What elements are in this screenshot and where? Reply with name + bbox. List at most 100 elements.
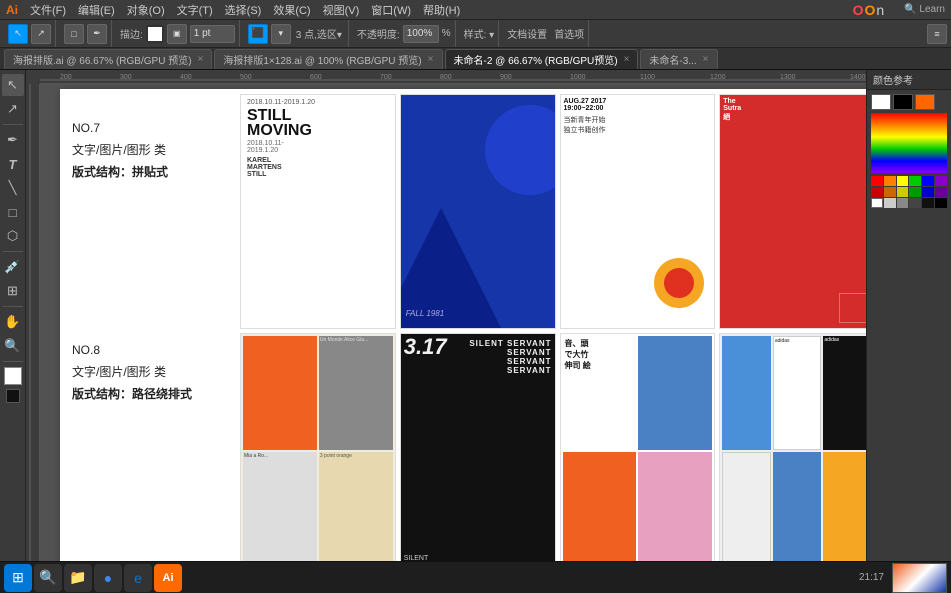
color-orange-swatch[interactable] — [915, 94, 935, 110]
swatch-light-gray[interactable] — [884, 198, 896, 208]
align-options-btn[interactable]: ▾ — [271, 24, 291, 44]
canvas-scroll-area[interactable]: NO.7 文字/图片/图形 类 版式结构：拼贴式 NO.8 文字/图片/图形 类… — [40, 84, 866, 571]
pen-tool[interactable]: ✒ — [2, 129, 24, 151]
menu-item-view[interactable]: 视图(V) — [323, 2, 360, 18]
svg-text:1100: 1100 — [640, 74, 655, 81]
shape-tool-btn[interactable]: □ — [64, 24, 84, 44]
paint-bucket[interactable]: ⬡ — [2, 225, 24, 247]
swatch-white[interactable] — [871, 198, 883, 208]
color-preview-section — [867, 90, 951, 212]
swatch-orange[interactable] — [884, 176, 896, 186]
svg-text:1400: 1400 — [850, 74, 866, 81]
section8-number: NO.8 — [72, 341, 223, 359]
ja-text-cell: 音、頭で大竹伸司 絵 — [563, 336, 637, 450]
svg-text:400: 400 — [180, 74, 192, 81]
menu-item-type[interactable]: 文字(T) — [177, 2, 213, 18]
swatch-yellow[interactable] — [897, 176, 909, 186]
tab-0[interactable]: 海报排版.ai @ 66.67% (RGB/GPU 预览) × — [4, 49, 212, 69]
swatch-black[interactable] — [935, 198, 947, 208]
tab-1-close[interactable]: × — [428, 54, 434, 65]
tool-group-opacity: 不透明度: % — [353, 20, 456, 47]
menu-item-file[interactable]: 文件(F) — [30, 2, 66, 18]
swatch-red[interactable] — [871, 176, 883, 186]
tabs-bar: 海报排版.ai @ 66.67% (RGB/GPU 预览) × 海报排版1×12… — [0, 48, 951, 70]
swatch-dark-yellow[interactable] — [897, 187, 909, 197]
swatch-dark-blue[interactable] — [922, 187, 934, 197]
swatch-dark-orange[interactable] — [884, 187, 896, 197]
align-left-btn[interactable]: ⬛ — [248, 24, 268, 44]
poster-aug: AUG.27 201719:00~22:00 当新青年开始独立书籍创作 — [560, 94, 716, 329]
section7-container: NO.7 文字/图片/图形 类 版式结构：拼贴式 — [72, 119, 223, 181]
tool-group-select: ↖ ↗ — [4, 20, 56, 47]
pen-tool-btn[interactable]: ✒ — [87, 24, 107, 44]
menu-item-object[interactable]: 对象(O) — [127, 2, 165, 18]
direct-selection-tool[interactable]: ↗ — [2, 98, 24, 120]
logo-display: O O n — [853, 2, 885, 18]
tab-1[interactable]: 海报排版1×128.ai @ 100% (RGB/GPU 预览) × — [214, 49, 442, 69]
tab-0-close[interactable]: × — [198, 54, 204, 65]
color-white-swatch[interactable] — [871, 94, 891, 110]
type-tool[interactable]: T — [2, 153, 24, 175]
blend-tool[interactable]: ⊞ — [2, 280, 24, 302]
posters-upper-row: 2018.10.11-2019.1.20 STILLMOVING 2018.10… — [240, 94, 866, 329]
tab-1-label: 海报排版1×128.ai @ 100% (RGB/GPU 预览) — [223, 52, 421, 67]
line-tool[interactable]: ╲ — [2, 177, 24, 199]
tab-2[interactable]: 未命名-2 @ 66.67% (RGB/GPU预览) × — [445, 49, 639, 69]
logo-o1: O — [853, 2, 864, 18]
illustrator-btn[interactable]: Ai — [154, 564, 182, 592]
prefs-btn[interactable]: 首选项 — [554, 26, 584, 41]
selection-tool[interactable]: ↖ — [2, 74, 24, 96]
explorer-btn[interactable]: 📁 — [64, 564, 92, 592]
color-black-swatch[interactable] — [893, 94, 913, 110]
stroke-color-swatch[interactable] — [6, 389, 20, 403]
poster-chinese-red: TheSutra絕 — [719, 94, 866, 329]
menu-item-select[interactable]: 选择(S) — [225, 2, 262, 18]
search-area[interactable]: 🔍 Learn — [904, 4, 945, 15]
tab-3[interactable]: 未命名-3... × — [640, 49, 717, 69]
swatch-blue[interactable] — [922, 176, 934, 186]
swatch-dark-green[interactable] — [909, 187, 921, 197]
edge-btn[interactable]: e — [124, 564, 152, 592]
menu-item-effect[interactable]: 效果(C) — [273, 2, 310, 18]
posters-middle-row: Un Monde Alice Gla... Mia a Ro... 3 poin… — [240, 333, 866, 568]
rect-tool[interactable]: □ — [2, 201, 24, 223]
cb-dark: adidas — [823, 336, 866, 450]
stroke-color-btn[interactable] — [146, 25, 164, 43]
cb-light — [722, 452, 771, 566]
swatch-near-black[interactable] — [922, 198, 934, 208]
eyedropper-tool[interactable]: 💉 — [2, 256, 24, 278]
swatch-green[interactable] — [909, 176, 921, 186]
stroke-weight-input[interactable] — [190, 25, 235, 43]
search-btn[interactable]: 🔍 — [34, 564, 62, 592]
poster-blue-shapes: FALL 1981 — [400, 94, 556, 329]
start-btn[interactable]: ⊞ — [4, 564, 32, 592]
menu-item-help[interactable]: 帮助(H) — [423, 2, 460, 18]
doc-setup-btn[interactable]: 文档设置 — [507, 26, 547, 41]
direct-select-btn[interactable]: ↗ — [31, 24, 51, 44]
section8-type: 文字/图片/图形 类 — [72, 363, 223, 381]
fill-color-swatch[interactable] — [4, 367, 22, 385]
tab-2-close[interactable]: × — [624, 54, 630, 65]
canvas-area: 200 300 400 500 600 700 800 900 1000 110… — [26, 70, 866, 571]
swatch-dark-red[interactable] — [871, 187, 883, 197]
menu-item-window[interactable]: 窗口(W) — [371, 2, 411, 18]
collage-cell-4: 3 point orange — [319, 452, 393, 566]
stroke-none-btn[interactable]: ▣ — [167, 24, 187, 44]
swatch-purple[interactable] — [935, 176, 947, 186]
silent-servant-text: SILENT SERVANTSERVANTSERVANTSERVANT — [469, 339, 551, 375]
swatch-dark-purple[interactable] — [935, 187, 947, 197]
zoom-tool[interactable]: 🔍 — [2, 335, 24, 357]
ja-blue-cell — [638, 336, 712, 450]
tab-3-close[interactable]: × — [703, 54, 709, 65]
swatch-dark-gray[interactable] — [909, 198, 921, 208]
color-swatch-grid — [871, 176, 947, 208]
select-tool-btn[interactable]: ↖ — [8, 24, 28, 44]
hand-tool[interactable]: ✋ — [2, 311, 24, 333]
opacity-input[interactable] — [403, 25, 439, 43]
panel-toggle-btn[interactable]: ≡ — [927, 24, 947, 44]
swatch-gray[interactable] — [897, 198, 909, 208]
color-gradient-strip — [871, 113, 947, 173]
menu-item-edit[interactable]: 编辑(E) — [78, 2, 115, 18]
chrome-btn[interactable]: ● — [94, 564, 122, 592]
section7-number: NO.7 — [72, 119, 223, 137]
